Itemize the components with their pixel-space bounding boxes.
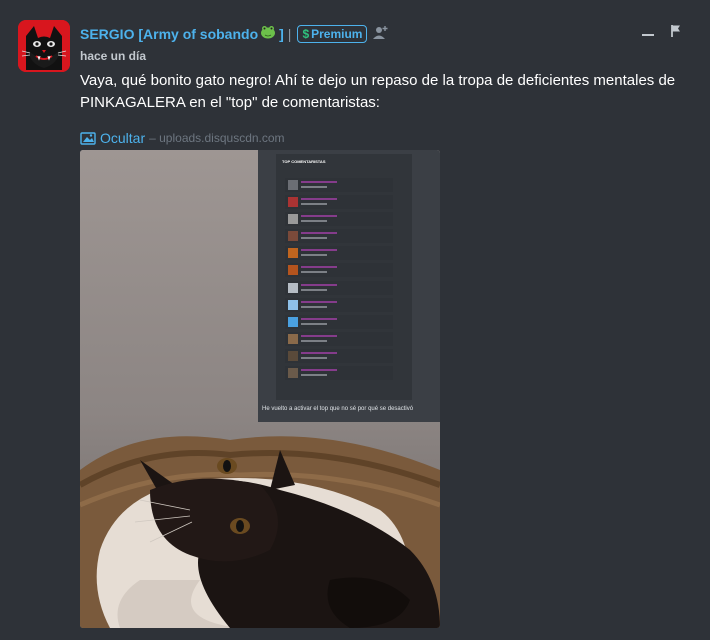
- list-item: [285, 280, 393, 295]
- comment: SERGIO [Army of sobando ] | $ Premium ha…: [0, 0, 710, 640]
- leaderboard-screenshot: TOP COMENTARISTAS He vuelto a activar el…: [258, 150, 440, 422]
- username-link[interactable]: SERGIO [Army of sobando: [80, 26, 258, 42]
- comment-timestamp[interactable]: hace un día: [80, 49, 146, 63]
- comment-actions: [642, 24, 682, 43]
- screenshot-title: TOP COMENTARISTAS: [282, 159, 326, 164]
- screenshot-caption: He vuelto a activar el top que no sé por…: [262, 406, 414, 412]
- list-item: [285, 229, 393, 244]
- frog-icon: [260, 25, 276, 44]
- dollar-icon: $: [302, 27, 310, 41]
- list-item: [285, 178, 393, 192]
- screenshot-list: [285, 178, 393, 383]
- list-item: [285, 366, 393, 381]
- flag-icon[interactable]: [670, 24, 682, 43]
- header-separator: |: [287, 26, 292, 42]
- list-item: [285, 314, 393, 329]
- list-item: [285, 212, 393, 227]
- add-user-icon[interactable]: [373, 25, 389, 44]
- list-item: [285, 195, 393, 210]
- minus-icon[interactable]: [642, 27, 654, 41]
- comment-header: SERGIO [Army of sobando ] | $ Premium: [80, 24, 389, 44]
- list-item: [285, 348, 393, 363]
- cat-photo: [80, 436, 440, 628]
- avatar[interactable]: [18, 20, 70, 72]
- hide-media-button[interactable]: Ocultar: [80, 130, 145, 146]
- comment-body: Vaya, qué bonito gato negro! Ahí te dejo…: [80, 72, 676, 111]
- list-item: [285, 297, 393, 312]
- premium-badge[interactable]: $ Premium: [297, 25, 368, 43]
- image-icon: [80, 132, 96, 145]
- list-item: [285, 246, 393, 261]
- media-source[interactable]: – uploads.disquscdn.com: [149, 131, 284, 145]
- premium-label: Premium: [311, 27, 363, 41]
- list-item: [285, 331, 393, 346]
- username-suffix[interactable]: ]: [279, 26, 284, 42]
- media-header: Ocultar – uploads.disquscdn.com: [80, 130, 285, 146]
- media-image[interactable]: TOP COMENTARISTAS He vuelto a activar el…: [80, 150, 440, 628]
- black-cat-avatar-icon: [18, 20, 70, 72]
- list-item: [285, 263, 393, 278]
- hide-media-label: Ocultar: [100, 130, 146, 146]
